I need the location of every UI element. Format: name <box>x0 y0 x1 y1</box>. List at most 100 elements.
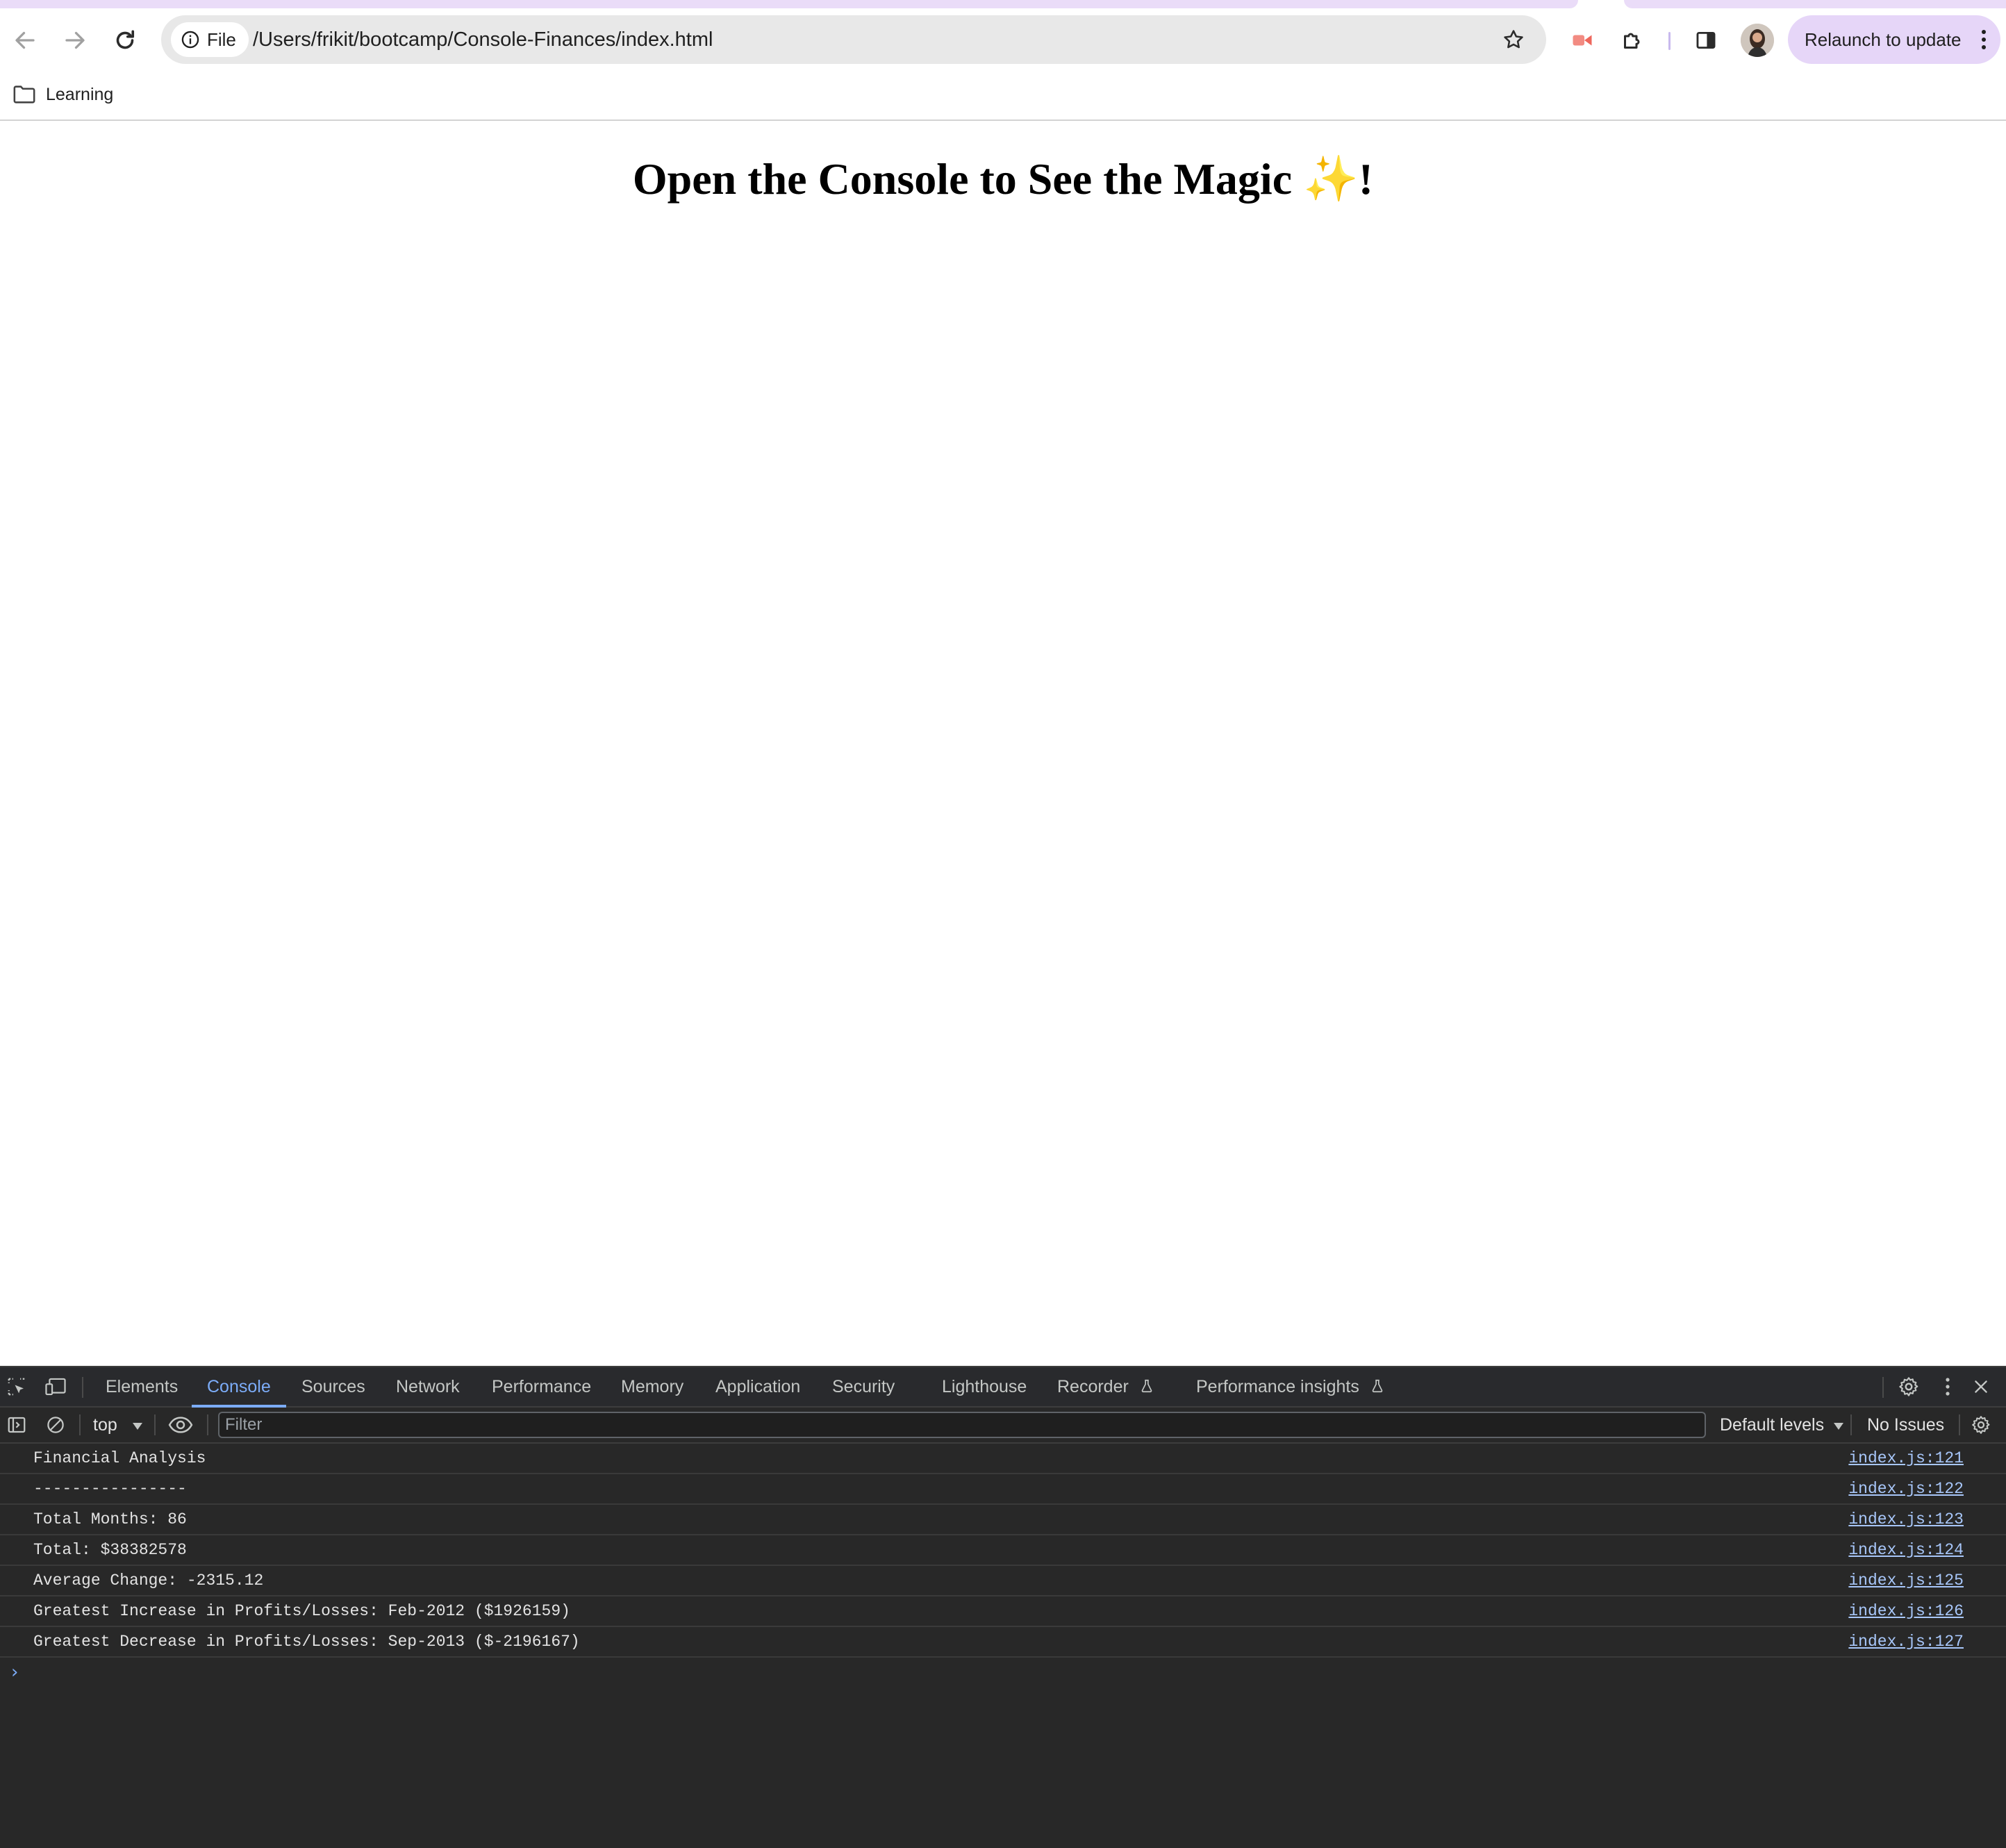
console-message: ---------------- <box>33 1480 187 1498</box>
tab-strip-segment <box>1624 0 2006 8</box>
gear-icon <box>1899 1377 1918 1396</box>
console-message: Total Months: 86 <box>33 1510 187 1528</box>
extensions-button[interactable] <box>1613 21 1652 60</box>
tab-performance-insights[interactable]: Performance insights <box>1196 1367 1385 1406</box>
tab-recorder-label: Recorder <box>1057 1377 1129 1396</box>
clear-console-button[interactable] <box>43 1412 68 1437</box>
console-filter-input[interactable] <box>218 1412 1706 1438</box>
console-output: Financial Analysis index.js:121 --------… <box>0 1444 2006 1688</box>
tab-network[interactable]: Network <box>396 1367 460 1406</box>
source-link[interactable]: index.js:126 <box>1848 1597 1964 1626</box>
console-message: Greatest Decrease in Profits/Losses: Sep… <box>33 1633 580 1651</box>
bookmark-label: Learning <box>46 84 114 104</box>
flask-icon <box>1372 1379 1383 1393</box>
url-text[interactable]: /Users/frikit/bootcamp/Console-Finances/… <box>253 15 713 64</box>
tab-strip <box>0 0 2006 8</box>
devtools-more-button[interactable] <box>1935 1374 1960 1399</box>
close-icon <box>1975 1380 1987 1393</box>
profile-avatar-icon <box>1741 24 1774 57</box>
page-heading-end: ! <box>1358 154 1374 204</box>
reload-icon <box>116 30 135 49</box>
arrow-right-icon <box>65 31 85 49</box>
flask-icon <box>1141 1379 1152 1393</box>
back-button[interactable] <box>6 21 44 60</box>
console-toolbar: top Default levels No Issues <box>0 1408 2006 1444</box>
console-message-row: Greatest Decrease in Profits/Losses: Sep… <box>0 1627 2006 1658</box>
console-sidebar-toggle[interactable] <box>4 1412 29 1437</box>
tab-memory[interactable]: Memory <box>621 1367 683 1406</box>
bookmarks-bar: Learning <box>0 72 2006 121</box>
console-message: Total: $38382578 <box>33 1541 187 1559</box>
tab-console[interactable]: Console <box>192 1367 286 1408</box>
screencast-extension-button[interactable] <box>1563 21 1602 60</box>
tab-sources[interactable]: Sources <box>301 1367 365 1406</box>
context-selector[interactable]: top <box>93 1408 143 1442</box>
site-info-chip[interactable]: File <box>171 22 249 57</box>
console-message: Greatest Increase in Profits/Losses: Feb… <box>33 1602 570 1620</box>
profile-avatar[interactable] <box>1741 24 1774 57</box>
tab-lighthouse[interactable]: Lighthouse <box>942 1367 1027 1406</box>
eye-icon <box>168 1417 193 1433</box>
log-levels-dropdown[interactable]: Default levels <box>1720 1408 1844 1442</box>
device-icon <box>45 1378 66 1396</box>
page-viewport: Open the Console to See the Magic ✨! <box>0 121 2006 1366</box>
reload-button[interactable] <box>106 21 144 60</box>
console-message: Average Change: -2315.12 <box>33 1571 264 1590</box>
block-icon <box>47 1417 64 1433</box>
caret-down-icon <box>1834 1423 1844 1430</box>
tab-security[interactable]: Security <box>832 1367 895 1406</box>
forward-button[interactable] <box>56 21 94 60</box>
tab-application[interactable]: Application <box>715 1367 800 1406</box>
address-bar[interactable]: File /Users/frikit/bootcamp/Console-Fina… <box>161 15 1546 64</box>
devtools-close-button[interactable] <box>1968 1374 1993 1399</box>
arrow-left-icon <box>15 31 35 49</box>
devtools-panel: Elements Console Sources Network Perform… <box>0 1366 2006 1848</box>
page-heading: Open the Console to See the Magic ✨! <box>0 153 2006 205</box>
toolbar-divider <box>79 1414 81 1435</box>
live-expression-button[interactable] <box>168 1412 193 1437</box>
console-message-row: Greatest Increase in Profits/Losses: Feb… <box>0 1597 2006 1627</box>
folder-icon <box>13 85 35 104</box>
inspect-element-button[interactable] <box>4 1374 29 1399</box>
devtools-settings-button[interactable] <box>1896 1374 1921 1399</box>
tab-recorder[interactable]: Recorder <box>1057 1367 1154 1406</box>
console-message-row: Average Change: -2315.12 index.js:125 <box>0 1566 2006 1597</box>
inspect-icon <box>8 1378 25 1396</box>
issues-counter[interactable]: No Issues <box>1867 1408 1944 1442</box>
puzzle-icon <box>1624 33 1640 49</box>
info-icon <box>181 31 199 49</box>
tab-strip-segment <box>0 0 1578 8</box>
tab-performance-insights-label: Performance insights <box>1196 1377 1359 1396</box>
console-message-row: ---------------- index.js:122 <box>0 1474 2006 1505</box>
side-panel-button[interactable] <box>1686 21 1725 60</box>
device-toolbar-button[interactable] <box>43 1374 68 1399</box>
source-link[interactable]: index.js:127 <box>1848 1627 1964 1656</box>
source-link[interactable]: index.js:125 <box>1848 1566 1964 1595</box>
tab-elements[interactable]: Elements <box>106 1367 178 1406</box>
source-link[interactable]: index.js:124 <box>1848 1535 1964 1565</box>
more-vert-icon <box>1982 30 1986 49</box>
context-label: top <box>93 1415 117 1435</box>
console-message-row: Total: $38382578 index.js:124 <box>0 1535 2006 1566</box>
toolbar-divider <box>1850 1414 1852 1435</box>
browser-toolbar: File /Users/frikit/bootcamp/Console-Fina… <box>0 8 2006 72</box>
tab-performance[interactable]: Performance <box>492 1367 591 1406</box>
page-heading-text: Open the Console to See the Magic <box>632 154 1304 204</box>
console-message-row: Total Months: 86 index.js:123 <box>0 1505 2006 1535</box>
devtools-tabbar: Elements Console Sources Network Perform… <box>0 1367 2006 1408</box>
console-message: Financial Analysis <box>33 1449 206 1467</box>
toolbar-divider <box>207 1414 208 1435</box>
relaunch-label: Relaunch to update <box>1805 28 1962 50</box>
bookmark-star-button[interactable] <box>1498 24 1530 56</box>
source-link[interactable]: index.js:123 <box>1848 1505 1964 1534</box>
toolbar-divider <box>1668 32 1671 50</box>
star-icon <box>1504 30 1523 49</box>
console-prompt[interactable]: › <box>0 1658 2006 1688</box>
source-link[interactable]: index.js:121 <box>1848 1444 1964 1473</box>
bookmark-folder-learning[interactable]: Learning <box>13 81 113 108</box>
console-settings-button[interactable] <box>1968 1412 1993 1437</box>
relaunch-button[interactable]: Relaunch to update <box>1788 15 2000 64</box>
source-link[interactable]: index.js:122 <box>1848 1474 1964 1503</box>
chevron-right-icon: › <box>11 1662 19 1683</box>
sparkles-emoji: ✨ <box>1303 154 1359 204</box>
